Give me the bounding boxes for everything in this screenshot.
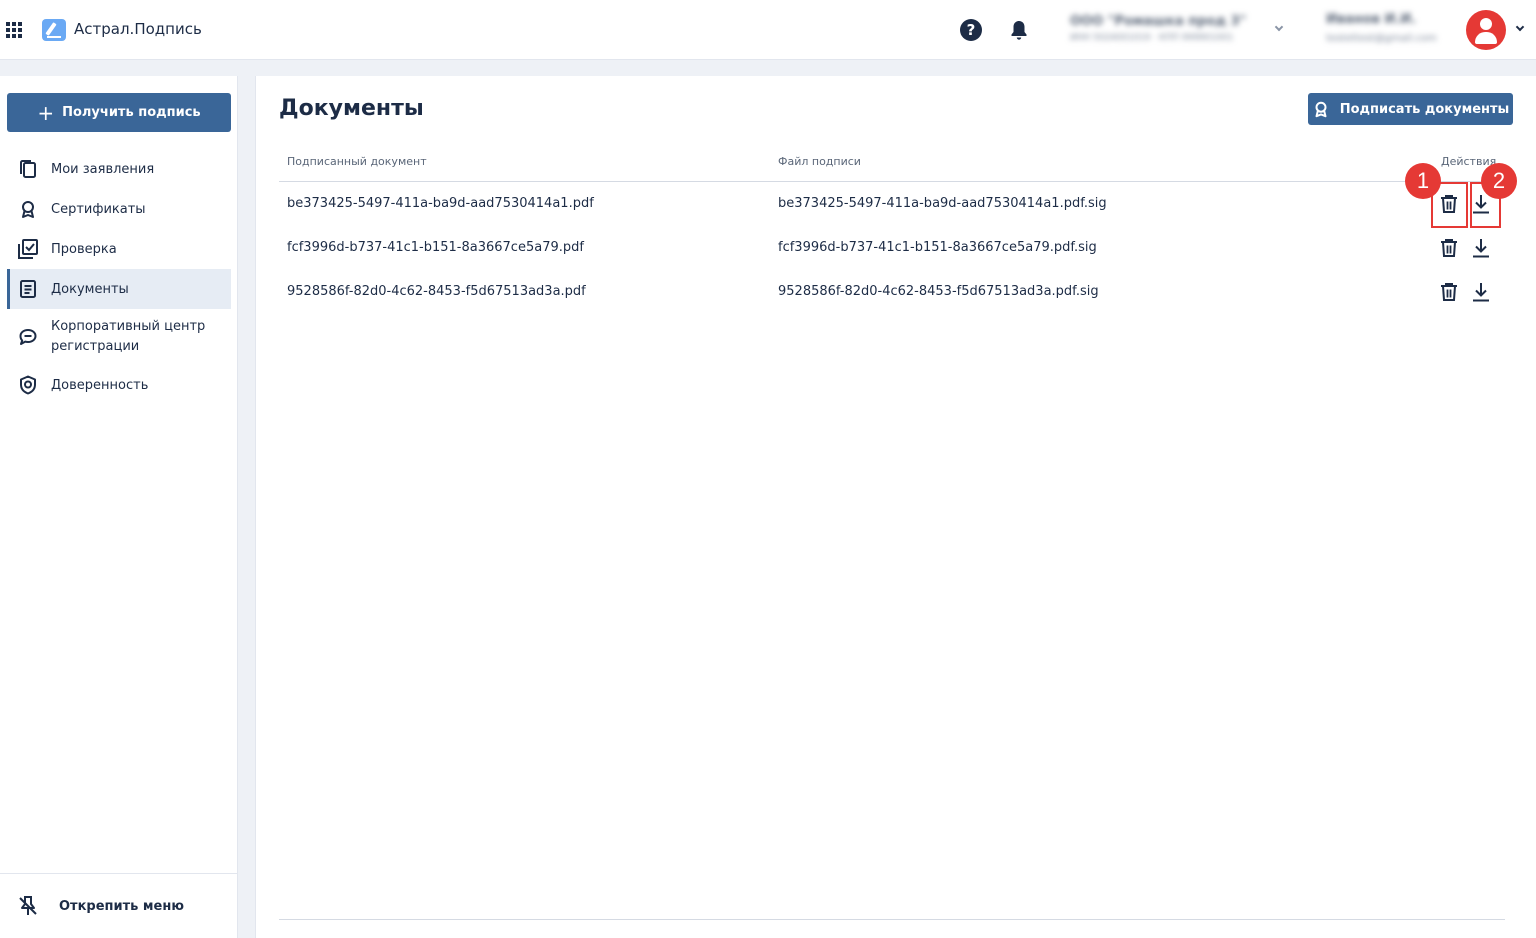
app-name[interactable]: Астрал.Подпись bbox=[74, 20, 202, 38]
sidebar-item-applications[interactable]: Мои заявления bbox=[7, 157, 231, 181]
user-email: testettest@gmail.com bbox=[1326, 33, 1437, 44]
signature-file-name[interactable]: be373425-5497-411a-ba9d-aad7530414a1.pdf… bbox=[778, 182, 1107, 226]
sidebar-item-verification[interactable]: Проверка bbox=[7, 237, 231, 261]
unpin-menu-button[interactable]: Открепить меню bbox=[0, 873, 237, 938]
sidebar: + Получить подпись Мои заявления Сертифи… bbox=[0, 76, 238, 938]
avatar[interactable] bbox=[1466, 10, 1506, 50]
column-header-signature: Файл подписи bbox=[778, 155, 861, 168]
help-icon[interactable]: ? bbox=[960, 19, 982, 41]
sidebar-item-label: Мои заявления bbox=[51, 161, 155, 177]
divider bbox=[279, 919, 1505, 920]
chevron-down-icon[interactable] bbox=[1515, 22, 1525, 32]
table-row: 9528586f-82d0-4c62-8453-f5d67513ad3a.pdf… bbox=[279, 270, 1513, 314]
shield-icon bbox=[17, 374, 39, 396]
download-icon bbox=[1473, 283, 1489, 302]
apps-grid-icon[interactable] bbox=[6, 22, 22, 38]
download-button[interactable] bbox=[1471, 282, 1491, 302]
chat-icon bbox=[17, 326, 39, 348]
delete-button[interactable] bbox=[1439, 238, 1459, 258]
check-docs-icon bbox=[17, 238, 39, 260]
top-header: Астрал.Подпись ? ООО "Ромашка прод 3" ИН… bbox=[0, 0, 1536, 60]
org-name: ООО "Ромашка прод 3" bbox=[1070, 14, 1247, 29]
document-name[interactable]: fcf3996d-b737-41c1-b151-8a3667ce5a79.pdf bbox=[287, 226, 584, 270]
sidebar-item-label: Доверенность bbox=[51, 377, 149, 393]
sidebar-item-label: Проверка bbox=[51, 241, 117, 257]
get-signature-label: Получить подпись bbox=[62, 105, 201, 120]
table-row: be373425-5497-411a-ba9d-aad7530414a1.pdf… bbox=[279, 182, 1513, 226]
ribbon-icon bbox=[1312, 100, 1330, 118]
organization-selector[interactable]: ООО "Ромашка прод 3" ИНН 5024001019 · КП… bbox=[1070, 14, 1270, 48]
sidebar-item-documents[interactable]: Документы bbox=[7, 269, 231, 309]
sign-documents-button[interactable]: Подписать документы bbox=[1308, 93, 1513, 125]
sidebar-item-power-of-attorney[interactable]: Доверенность bbox=[7, 373, 231, 397]
download-button[interactable] bbox=[1471, 238, 1491, 258]
document-icon bbox=[17, 278, 39, 300]
chevron-down-icon[interactable] bbox=[1274, 22, 1284, 32]
main-content: Документы Подписать документы Подписанны… bbox=[255, 76, 1536, 938]
annotation-badge-1: 1 bbox=[1405, 163, 1441, 199]
logo-icon bbox=[42, 19, 66, 41]
table-row: fcf3996d-b737-41c1-b151-8a3667ce5a79.pdf… bbox=[279, 226, 1513, 270]
user-info[interactable]: Иванов И.И. testettest@gmail.com bbox=[1326, 12, 1456, 50]
copy-icon bbox=[17, 158, 39, 180]
sidebar-item-certificates[interactable]: Сертификаты bbox=[7, 197, 231, 221]
sidebar-item-label: Документы bbox=[51, 281, 129, 297]
bell-icon[interactable] bbox=[1010, 19, 1028, 41]
download-icon bbox=[1473, 239, 1489, 258]
annotation-badge-2: 2 bbox=[1481, 163, 1517, 199]
delete-button[interactable] bbox=[1439, 282, 1459, 302]
document-name[interactable]: be373425-5497-411a-ba9d-aad7530414a1.pdf bbox=[287, 182, 594, 226]
sidebar-item-label: Сертификаты bbox=[51, 201, 146, 217]
signature-file-name[interactable]: 9528586f-82d0-4c62-8453-f5d67513ad3a.pdf… bbox=[778, 270, 1099, 314]
plus-icon: + bbox=[37, 100, 55, 125]
org-details: ИНН 5024001019 · КПП 999901001 bbox=[1070, 33, 1234, 43]
signature-file-name[interactable]: fcf3996d-b737-41c1-b151-8a3667ce5a79.pdf… bbox=[778, 226, 1097, 270]
trash-icon bbox=[1441, 239, 1457, 257]
page-title: Документы bbox=[279, 96, 424, 121]
sidebar-item-label: Корпоративный центр регистрации bbox=[51, 319, 206, 354]
unpin-label: Открепить меню bbox=[59, 898, 184, 914]
sign-documents-label: Подписать документы bbox=[1339, 101, 1510, 117]
column-header-document: Подписанный документ bbox=[287, 155, 427, 168]
get-signature-button[interactable]: + Получить подпись bbox=[7, 93, 231, 132]
document-name[interactable]: 9528586f-82d0-4c62-8453-f5d67513ad3a.pdf bbox=[287, 270, 586, 314]
ribbon-icon bbox=[17, 198, 39, 220]
trash-icon bbox=[1441, 283, 1457, 301]
user-name: Иванов И.И. bbox=[1326, 12, 1417, 27]
unpin-icon bbox=[17, 895, 39, 917]
sidebar-item-corporate-center[interactable]: Корпоративный центр регистрации bbox=[7, 317, 231, 357]
